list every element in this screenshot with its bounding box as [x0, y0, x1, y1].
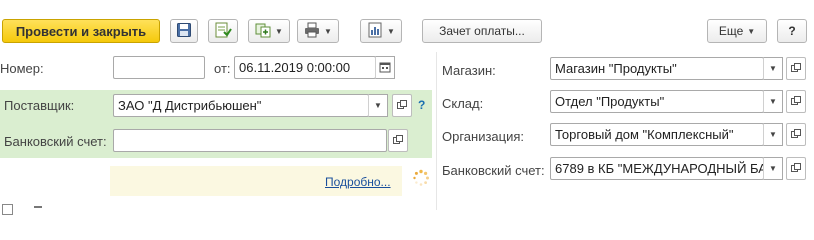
supplier-field[interactable]: ЗАО "Д Дистрибьюшен" — [113, 94, 369, 117]
supplier-open-button[interactable] — [392, 94, 412, 117]
payment-offset-label: Зачет оплаты... — [439, 24, 525, 38]
store-dropdown-button[interactable]: ▼ — [763, 57, 783, 80]
warehouse-open-button[interactable] — [786, 90, 806, 113]
more-label: Еще — [718, 24, 744, 38]
supplier-dropdown-button[interactable]: ▼ — [368, 94, 388, 117]
details-link[interactable]: Подробно... — [325, 175, 391, 189]
bank-account-open-button-right[interactable] — [786, 157, 806, 180]
open-form-icon — [791, 162, 801, 176]
warehouse-label: Склад: — [442, 96, 484, 111]
print-button[interactable]: ▼ — [297, 19, 339, 43]
organization-label: Организация: — [442, 129, 525, 144]
bank-account-field-left[interactable] — [113, 129, 387, 152]
open-form-icon — [397, 99, 407, 113]
chevron-down-icon: ▼ — [769, 130, 777, 139]
open-form-icon — [791, 128, 801, 142]
warehouse-dropdown-button[interactable]: ▼ — [763, 90, 783, 113]
organization-dropdown-button[interactable]: ▼ — [763, 123, 783, 146]
checkbox-label-fragment — [34, 206, 42, 212]
store-label: Магазин: — [442, 63, 496, 78]
bank-account-label-left: Банковский счет: — [4, 134, 107, 149]
organization-open-button[interactable] — [786, 123, 806, 146]
date-field[interactable]: 06.11.2019 0:00:00 — [234, 56, 376, 79]
floppy-disk-icon — [176, 22, 192, 41]
organization-field[interactable]: Торговый дом "Комплексный" — [550, 123, 764, 146]
checkbox[interactable] — [2, 204, 13, 215]
post-and-close-button[interactable]: Провести и закрыть — [2, 19, 160, 43]
reports-icon — [367, 22, 383, 41]
chevron-down-icon: ▼ — [324, 26, 332, 36]
calendar-button[interactable] — [375, 56, 395, 79]
chevron-down-icon: ▼ — [275, 26, 283, 36]
warehouse-field[interactable]: Отдел "Продукты" — [550, 90, 764, 113]
post-document-button[interactable] — [208, 19, 238, 43]
create-based-on-icon — [255, 22, 271, 41]
payment-offset-button[interactable]: Зачет оплаты... — [422, 19, 542, 43]
chevron-down-icon: ▼ — [374, 101, 382, 110]
save-button[interactable] — [170, 19, 198, 43]
document-post-icon — [214, 22, 232, 41]
post-and-close-label: Провести и закрыть — [15, 23, 147, 39]
number-label: Номер: — [0, 61, 44, 76]
reports-button[interactable]: ▼ — [360, 19, 402, 43]
open-form-icon — [393, 134, 403, 148]
open-form-icon — [791, 95, 801, 109]
store-field[interactable]: Магазин "Продукты" — [550, 57, 764, 80]
bank-account-open-button-left[interactable] — [388, 129, 408, 152]
chevron-down-icon: ▼ — [769, 97, 777, 106]
bank-account-field-right[interactable]: 6789 в КБ "МЕЖДУНАРОДНЫЙ БАНК" — [550, 157, 764, 180]
help-button[interactable]: ? — [777, 19, 807, 43]
chevron-down-icon: ▼ — [747, 26, 756, 36]
supplier-help-icon[interactable]: ? — [418, 98, 425, 112]
chevron-down-icon: ▼ — [769, 64, 777, 73]
printer-icon — [304, 22, 320, 41]
bank-account-label-right: Банковский счет: — [442, 163, 545, 178]
chevron-down-icon: ▼ — [387, 26, 395, 36]
calendar-icon — [379, 61, 391, 75]
chevron-down-icon: ▼ — [769, 164, 777, 173]
loading-spinner-icon — [412, 169, 430, 190]
date-label: от: — [214, 61, 231, 76]
number-field[interactable] — [113, 56, 205, 79]
column-divider — [436, 52, 437, 210]
supplier-label: Поставщик: — [4, 98, 75, 113]
help-label: ? — [788, 24, 796, 38]
bank-account-dropdown-button-right[interactable]: ▼ — [763, 157, 783, 180]
more-button[interactable]: Еще ▼ — [707, 19, 767, 43]
store-open-button[interactable] — [786, 57, 806, 80]
open-form-icon — [791, 62, 801, 76]
create-based-on-button[interactable]: ▼ — [248, 19, 290, 43]
